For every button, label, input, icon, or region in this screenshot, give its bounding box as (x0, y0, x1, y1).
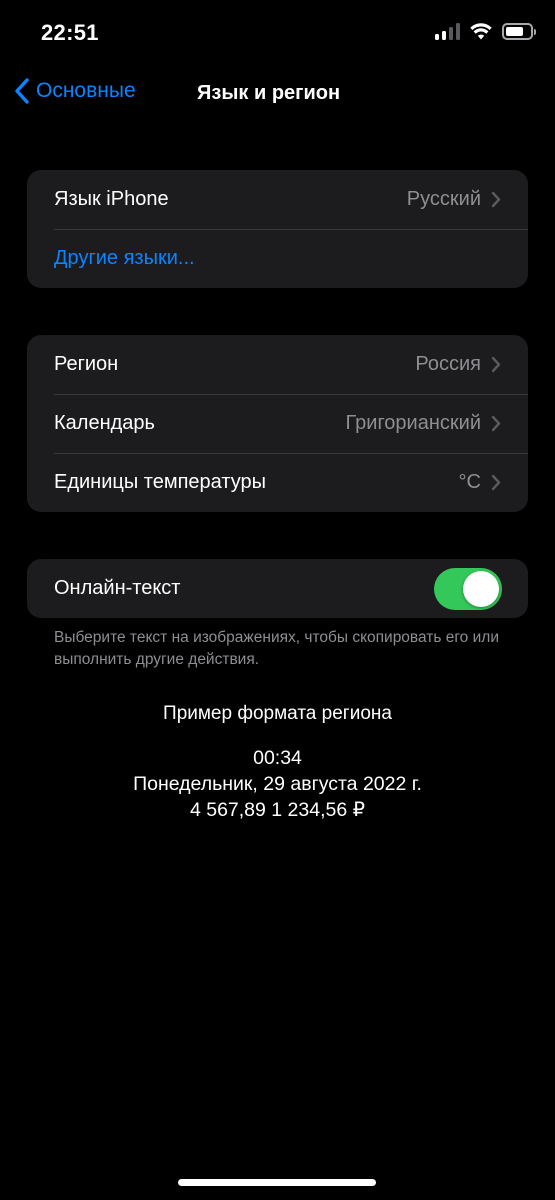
row-label: Календарь (54, 412, 155, 434)
live-text-group: Онлайн-текст (27, 559, 528, 618)
navigation-bar: Основные Язык и регион (0, 70, 555, 120)
chevron-left-icon (15, 78, 29, 104)
region-format-sample: Пример формата региона 00:34 Понедельник… (0, 703, 555, 823)
row-temperature-units[interactable]: Единицы температуры °C (27, 453, 528, 512)
row-label: Единицы температуры (54, 471, 267, 493)
language-group: Язык iPhone Русский Другие языки... (27, 170, 528, 288)
sample-date: Понедельник, 29 августа 2022 г. (133, 773, 422, 795)
back-button[interactable]: Основные (14, 78, 136, 104)
chevron-right-icon (491, 356, 501, 373)
row-region[interactable]: Регион Россия (27, 335, 528, 394)
live-text-toggle[interactable] (434, 567, 502, 610)
chevron-right-icon (491, 415, 501, 432)
row-label: Регион (54, 353, 119, 375)
live-text-footnote: Выберите текст на изображениях, чтобы ск… (54, 629, 499, 668)
row-iphone-language[interactable]: Язык iPhone Русский (27, 170, 528, 229)
row-value: Григорианский (345, 412, 481, 434)
row-value: Русский (406, 188, 481, 210)
battery-level (506, 26, 524, 36)
chevron-right-icon (491, 191, 501, 208)
row-value: °C (458, 471, 481, 493)
region-group: Регион Россия Календарь Григорианский Ед… (27, 335, 528, 512)
wifi-icon (470, 22, 492, 39)
row-label: Онлайн-текст (54, 577, 181, 599)
row-value: Россия (415, 353, 481, 375)
home-indicator[interactable] (178, 1179, 376, 1186)
battery-icon (502, 22, 536, 40)
other-languages-link: Другие языки... (54, 247, 195, 269)
sample-title: Пример формата региона (163, 703, 392, 724)
settings-screen: 22:51 Основные Язык и регион Язык iPhone… (0, 0, 555, 1200)
row-live-text: Онлайн-текст (27, 559, 528, 618)
status-icons (435, 22, 536, 40)
toggle-knob (463, 570, 499, 607)
row-other-languages[interactable]: Другие языки... (27, 229, 528, 288)
row-label: Язык iPhone (54, 188, 169, 210)
status-time: 22:51 (41, 20, 99, 45)
chevron-right-icon (491, 474, 501, 491)
sample-time: 00:34 (253, 747, 302, 769)
row-calendar[interactable]: Календарь Григорианский (27, 394, 528, 453)
page-title: Язык и регион (197, 82, 341, 104)
back-button-label: Основные (36, 79, 136, 102)
cellular-signal-icon (435, 22, 460, 40)
status-bar: 22:51 (0, 0, 555, 66)
sample-numbers: 4 567,89 1 234,56 ₽ (189, 799, 366, 821)
